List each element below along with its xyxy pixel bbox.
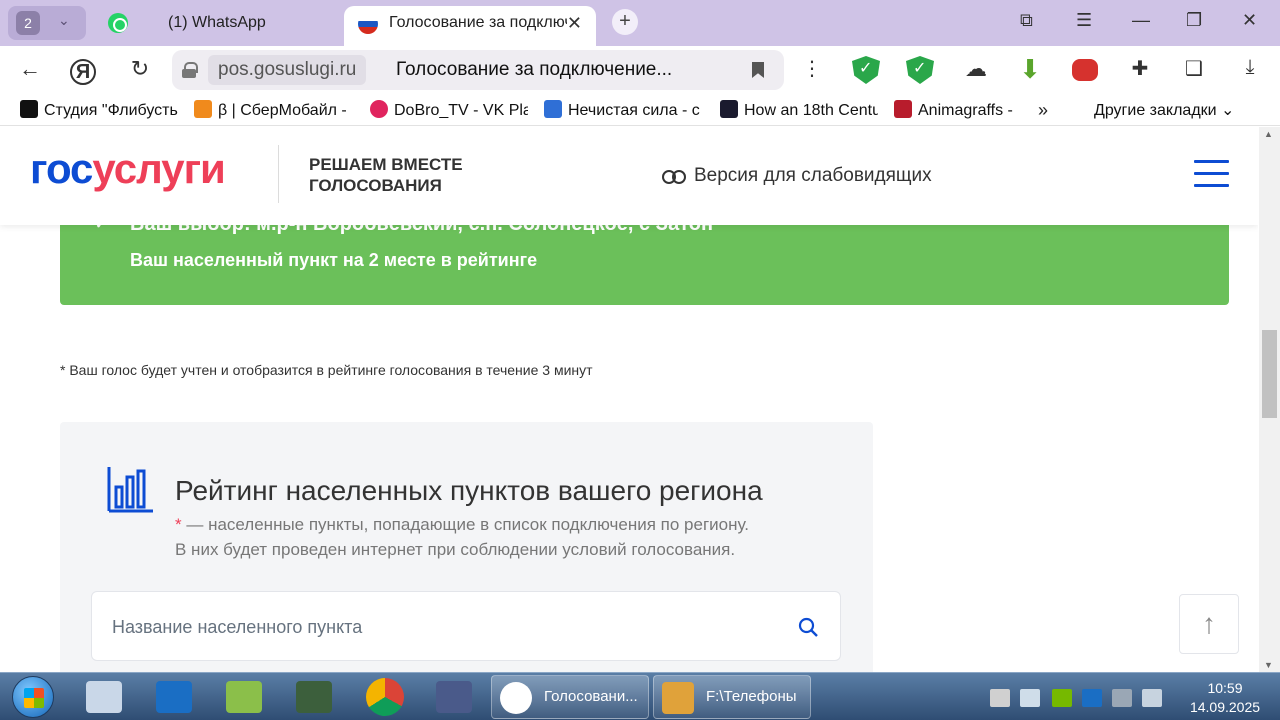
site-header: госуслуги РЕШАЕМ ВМЕСТЕ ГОЛОСОВАНИЯ Верс… bbox=[0, 127, 1258, 225]
bookmark-item[interactable]: β | СберМобайл - bbox=[194, 100, 352, 122]
tab-label: (1) WhatsApp bbox=[168, 14, 266, 31]
scroll-down-icon[interactable]: ▼ bbox=[1264, 660, 1273, 670]
rating-title: Рейтинг населенных пунктов вашего регион… bbox=[175, 475, 763, 506]
megaphone-icon bbox=[544, 100, 562, 118]
downloads-icon[interactable]: ⤓ bbox=[1236, 56, 1264, 84]
protect-shield-icon[interactable] bbox=[906, 56, 934, 84]
page-scrollbar[interactable]: ▲ ▼ bbox=[1259, 127, 1280, 672]
bookmark-icon[interactable] bbox=[752, 62, 764, 78]
page-viewport: госуслуги РЕШАЕМ ВМЕСТЕ ГОЛОСОВАНИЯ Верс… bbox=[0, 127, 1258, 672]
vote-note: * Ваш голос будет учтен и отобразится в … bbox=[60, 362, 593, 378]
chevron-down-icon: ⌄ bbox=[1221, 102, 1235, 119]
chevron-down-icon: ⌄ bbox=[58, 12, 70, 28]
tab-voting[interactable]: Голосование за подключение ✕ bbox=[344, 6, 596, 46]
bookmark-item[interactable]: Студия "Флибустьер" bbox=[20, 100, 178, 122]
bookmark-item[interactable]: DoBro_TV - VK Play bbox=[370, 100, 528, 122]
nvidia-icon[interactable] bbox=[1052, 689, 1072, 707]
close-tab-icon[interactable]: ✕ bbox=[567, 6, 582, 40]
windows-taskbar: Голосовани... F:\Телефоны 10:59 14.09.20… bbox=[0, 672, 1280, 720]
url-page-title[interactable]: Голосование за подключение... bbox=[396, 50, 672, 90]
settlement-search-input[interactable] bbox=[112, 612, 752, 642]
remote-tray-icon[interactable] bbox=[1082, 689, 1102, 707]
adguard-shield-icon[interactable] bbox=[852, 56, 880, 84]
address-bar-row: ← Я ↻ pos.gosuslugi.ru Голосование за по… bbox=[0, 46, 1280, 94]
scrollbar-thumb[interactable] bbox=[1262, 330, 1277, 418]
tab-group-button[interactable]: 2 ⌄ bbox=[8, 6, 86, 40]
rating-card: Рейтинг населенных пунктов вашего регион… bbox=[60, 422, 873, 672]
computer-icon[interactable] bbox=[436, 681, 472, 713]
menu-icon[interactable]: ☰ bbox=[1076, 10, 1092, 31]
phone-folder-icon bbox=[662, 682, 694, 714]
scroll-to-top-button[interactable]: ↑ bbox=[1179, 594, 1239, 654]
browser-tab-bar: 2 ⌄ (1) WhatsApp Голосование за подключе… bbox=[0, 0, 1280, 46]
download-manager-icon[interactable]: ⬇ bbox=[1016, 56, 1044, 84]
header-divider bbox=[278, 145, 279, 203]
monitor-app-icon[interactable] bbox=[296, 681, 332, 713]
header-subtitle[interactable]: РЕШАЕМ ВМЕСТЕ ГОЛОСОВАНИЯ bbox=[309, 154, 463, 196]
start-button[interactable] bbox=[12, 676, 54, 718]
taskbar-task-folder[interactable]: F:\Телефоны bbox=[653, 675, 811, 719]
tray-app-icon[interactable] bbox=[990, 689, 1010, 707]
back-arrow-icon[interactable]: ← bbox=[16, 56, 44, 82]
bar-chart-icon bbox=[107, 467, 153, 513]
settlement-search[interactable] bbox=[91, 591, 841, 661]
extensions-puzzle-icon[interactable]: ✚ bbox=[1126, 56, 1154, 84]
tab-label: Голосование за подключение bbox=[389, 14, 567, 31]
hamburger-menu-icon[interactable] bbox=[1194, 160, 1229, 188]
yandex-icon[interactable]: Я bbox=[70, 59, 96, 85]
bookmarks-bar: Студия "Флибустьер" β | СберМобайл - DoB… bbox=[0, 94, 1280, 126]
russia-flag-icon bbox=[358, 14, 378, 34]
reload-icon[interactable]: ↻ bbox=[126, 56, 154, 82]
tab-count-badge: 2 bbox=[16, 11, 40, 35]
rating-description: * — населенные пункты, попадающие в спис… bbox=[175, 515, 749, 559]
glasses-icon bbox=[662, 168, 686, 184]
remote-desktop-icon[interactable] bbox=[156, 681, 192, 713]
scroll-up-icon[interactable]: ▲ bbox=[1264, 129, 1273, 139]
network-icon[interactable] bbox=[1142, 689, 1162, 707]
bookmark-item[interactable]: How an 18th Century bbox=[720, 100, 878, 122]
lock-icon[interactable] bbox=[182, 62, 198, 78]
connection-icon[interactable] bbox=[1112, 689, 1132, 707]
search-icon[interactable] bbox=[798, 617, 818, 637]
more-vertical-icon[interactable]: ⋮ bbox=[798, 56, 826, 81]
whatsapp-icon bbox=[108, 13, 128, 33]
extension-red-icon[interactable] bbox=[1072, 59, 1098, 81]
more-bookmarks-button[interactable]: » bbox=[1038, 100, 1048, 121]
url-domain[interactable]: pos.gosuslugi.ru bbox=[208, 55, 367, 85]
minimize-icon[interactable]: — bbox=[1132, 10, 1150, 31]
yandex-browser-icon bbox=[500, 682, 532, 714]
bookmarks-panel-icon[interactable]: ⧉ bbox=[1020, 10, 1033, 31]
omnibox[interactable]: pos.gosuslugi.ru Голосование за подключе… bbox=[172, 50, 784, 90]
flibusta-icon bbox=[20, 100, 38, 118]
restore-icon[interactable]: ❐ bbox=[1186, 10, 1202, 31]
vk-play-live-icon bbox=[370, 100, 388, 118]
close-window-icon[interactable]: ✕ bbox=[1242, 10, 1257, 31]
tab-whatsapp[interactable]: (1) WhatsApp bbox=[100, 6, 340, 46]
vote-rating-text: Ваш населенный пункт на 2 месте в рейтин… bbox=[130, 250, 538, 270]
cloud-download-icon[interactable]: ☁ bbox=[962, 56, 990, 84]
low-vision-version-link[interactable]: Версия для слабовидящих bbox=[662, 165, 932, 187]
animagraffs-icon bbox=[894, 100, 912, 118]
taskbar-task-browser[interactable]: Голосовани... bbox=[491, 675, 649, 719]
on-screen-keyboard-icon[interactable] bbox=[86, 681, 122, 713]
gosuslugi-logo[interactable]: госуслуги bbox=[30, 145, 226, 193]
sbermobile-icon bbox=[194, 100, 212, 118]
utility-app-icon[interactable] bbox=[226, 681, 262, 713]
chrome-icon[interactable] bbox=[366, 678, 404, 716]
collections-icon[interactable]: ❑ bbox=[1180, 56, 1208, 84]
new-tab-button[interactable]: + bbox=[612, 9, 638, 35]
volume-icon[interactable] bbox=[1020, 689, 1040, 707]
system-clock[interactable]: 10:59 14.09.2025 bbox=[1180, 679, 1270, 717]
other-bookmarks-button[interactable]: Другие закладки ⌄ bbox=[1094, 100, 1234, 120]
bookmark-item[interactable]: Нечистая сила - с bbox=[544, 100, 702, 122]
r-site-icon bbox=[720, 100, 738, 118]
bookmark-item[interactable]: Animagraffs - bbox=[894, 100, 1022, 122]
